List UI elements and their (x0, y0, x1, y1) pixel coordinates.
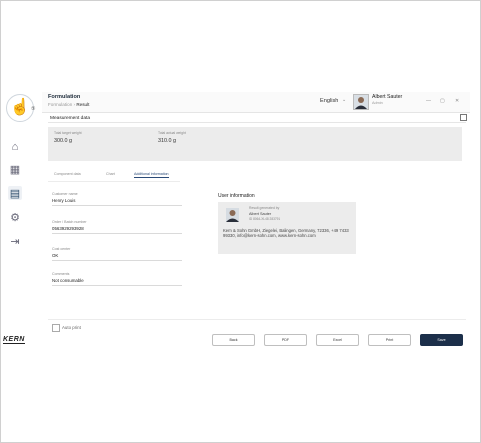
cost-center-value[interactable]: OK (52, 253, 182, 261)
minimize-icon[interactable]: — (426, 98, 431, 104)
cost-center-label: Cost center (52, 247, 71, 251)
auto-print-checkbox[interactable] (52, 324, 60, 332)
actual-weight-label: Total actual weight (158, 131, 186, 135)
logout-icon[interactable]: ⇥ (8, 234, 22, 248)
maximize-icon[interactable]: ▢ (440, 98, 445, 104)
breadcrumb-parent[interactable]: Formulation (48, 102, 72, 107)
customer-name-value[interactable]: Henry Louis (52, 198, 182, 206)
customer-name-field[interactable]: Customer name Henry Louis (52, 192, 182, 206)
chevron-down-icon[interactable]: ⌄ (342, 97, 346, 103)
tab-additional-information[interactable]: Additional information (134, 172, 169, 178)
tab-component-data[interactable]: Component data (54, 172, 81, 176)
breadcrumb-current: Result (76, 102, 90, 107)
comments-field[interactable]: Comments Not consumable (52, 272, 182, 286)
edit-icon[interactable] (460, 114, 467, 121)
save-button[interactable]: Save (420, 334, 463, 346)
avatar (226, 208, 239, 222)
print-button[interactable]: Print (368, 334, 411, 346)
kern-logo: KERN (3, 336, 25, 344)
auto-print-label: Auto print (62, 325, 81, 330)
user-information-card: Result generated by Albert Sauter ID 806… (218, 202, 356, 254)
step-number: ⑤ (31, 106, 36, 112)
generated-by-id: ID 8064-XL48 283791 (249, 217, 281, 221)
settings-icon[interactable]: ⚙ (8, 210, 22, 224)
excel-button[interactable]: Excel (316, 334, 359, 346)
database-icon[interactable]: ▤ (8, 186, 22, 200)
generated-by-label: Result generated by (249, 206, 280, 210)
divider (48, 319, 466, 320)
user-role: Admin (372, 101, 383, 105)
grid-icon[interactable]: ▦ (8, 162, 22, 176)
back-button[interactable]: Back (212, 334, 255, 346)
hand-pointer-icon[interactable]: ☝ (6, 94, 34, 122)
customer-name-label: Customer name (52, 192, 78, 196)
avatar[interactable] (353, 94, 369, 110)
target-weight-value: 300.0 g (54, 138, 72, 144)
breadcrumb: Formulation › Result (48, 102, 89, 107)
tab-chart[interactable]: Chart (106, 172, 115, 176)
section-title: Measurement data (50, 116, 90, 121)
sidebar: ☝ ⑤ ⌂ ▦ ▤ ⚙ ⇥ (2, 92, 38, 348)
tab-underline (48, 181, 180, 182)
user-information-title: User information (218, 193, 255, 199)
pdf-button[interactable]: PDF (264, 334, 307, 346)
divider (48, 122, 466, 123)
order-number-field[interactable]: Order / Batch number 0563929293928 (52, 220, 182, 234)
generated-by-name: Albert Sauter (249, 212, 272, 216)
order-number-label: Order / Batch number (52, 220, 87, 224)
target-weight-label: Total target weight (54, 131, 82, 135)
main-panel: Formulation Formulation › Result English… (42, 92, 470, 348)
comments-value[interactable]: Not consumable (52, 278, 182, 286)
comments-label: Comments (52, 272, 70, 276)
cost-center-field[interactable]: Cost center OK (52, 247, 182, 261)
close-icon[interactable]: ✕ (455, 98, 459, 104)
language-select[interactable]: English (320, 98, 338, 104)
home-icon[interactable]: ⌂ (8, 140, 22, 154)
user-name: Albert Sauter (372, 94, 403, 100)
order-number-value[interactable]: 0563929293928 (52, 226, 182, 234)
app-title: Formulation (48, 94, 81, 100)
actual-weight-value: 310.0 g (158, 138, 176, 144)
summary-panel: Total target weight 300.0 g Total actual… (48, 127, 462, 161)
title-bar: Formulation Formulation › Result English… (42, 92, 470, 113)
company-address: Kern & Sohn GmbH, Ziegelei, Balingen, Ge… (223, 228, 349, 239)
